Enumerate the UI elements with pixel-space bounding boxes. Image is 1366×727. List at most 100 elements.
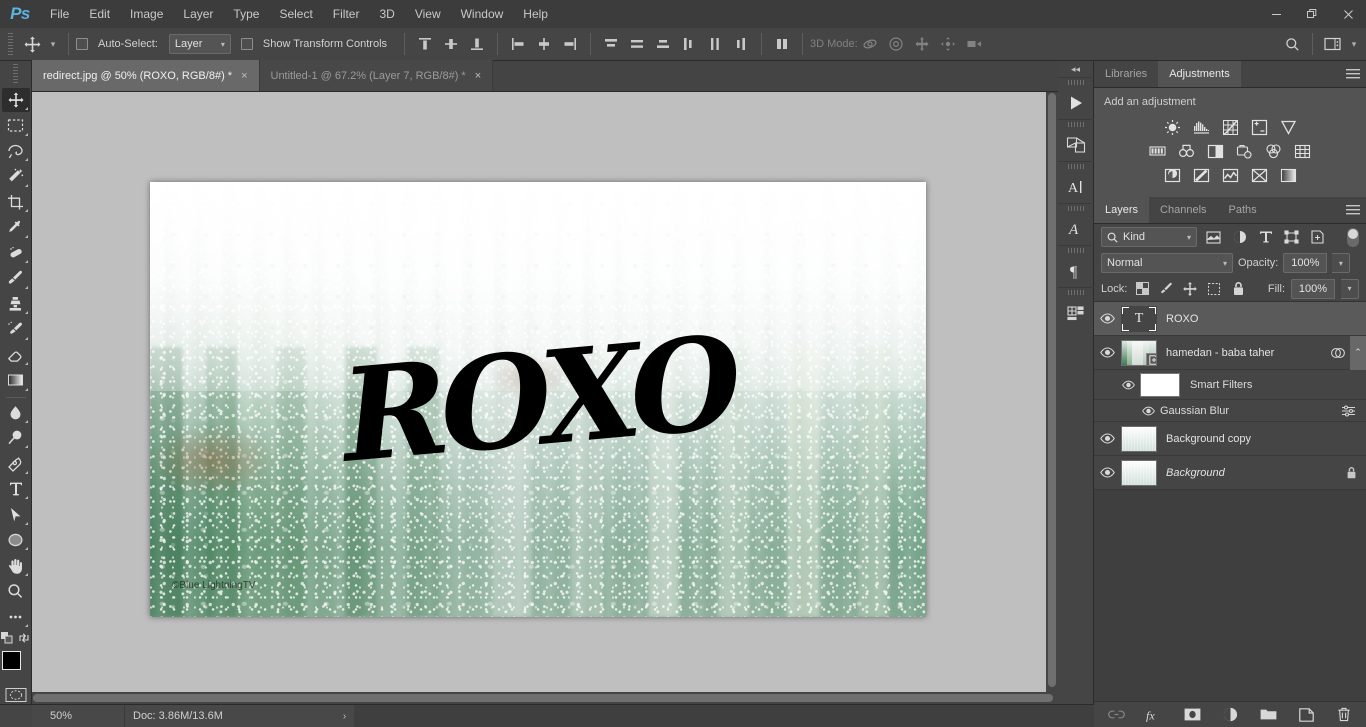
foreground-color-swatch[interactable] (1, 650, 21, 670)
auto-align-layers-icon[interactable] (769, 32, 795, 56)
panel-menu-icon[interactable] (1340, 197, 1366, 223)
gradient-map-icon[interactable] (1279, 166, 1297, 184)
color-balance-icon[interactable] (1178, 142, 1196, 160)
layer-name[interactable]: ROXO (1166, 313, 1198, 325)
3d-panel-icon[interactable] (1057, 119, 1094, 161)
restore-button[interactable] (1294, 0, 1330, 28)
lasso-tool[interactable] (2, 139, 30, 163)
layer-row-background[interactable]: Background (1094, 456, 1366, 490)
menu-3d[interactable]: 3D (369, 0, 404, 28)
align-vertical-centers-icon[interactable] (438, 32, 464, 56)
clone-stamp-tool[interactable] (2, 292, 30, 316)
status-expand-icon[interactable]: › (343, 711, 346, 722)
swap-colors-icon[interactable] (18, 632, 30, 645)
magic-wand-tool[interactable] (2, 164, 30, 188)
document-tab-redirect[interactable]: redirect.jpg @ 50% (ROXO, RGB/8#) * × (32, 60, 260, 91)
filter-type-icon[interactable] (1256, 228, 1275, 247)
invert-icon[interactable] (1163, 166, 1181, 184)
layer-thumbnail-text[interactable]: T (1121, 305, 1157, 332)
channel-mixer-icon[interactable] (1265, 142, 1283, 160)
options-bar-grip[interactable] (6, 33, 15, 55)
eyedropper-tool[interactable] (2, 215, 30, 239)
layer-name[interactable]: Background (1166, 467, 1225, 479)
move-tool[interactable] (1, 87, 30, 113)
status-doc-info-container[interactable]: Doc: 3.86M/13.6M › (124, 704, 355, 727)
panel-menu-icon[interactable] (1340, 61, 1366, 87)
show-transform-checkbox[interactable] (240, 38, 253, 50)
align-left-edges-icon[interactable] (505, 32, 531, 56)
close-icon[interactable]: × (475, 70, 481, 82)
tab-channels[interactable]: Channels (1149, 197, 1218, 223)
new-group-icon[interactable] (1258, 705, 1278, 725)
filter-smart-object-icon[interactable] (1308, 228, 1327, 247)
auto-select-checkbox[interactable] (76, 38, 88, 50)
search-icon[interactable] (1279, 32, 1305, 56)
posterize-icon[interactable] (1192, 166, 1210, 184)
levels-icon[interactable] (1192, 118, 1210, 136)
layer-filter-kind-dropdown[interactable]: Kind ▾ (1101, 227, 1197, 247)
tab-libraries[interactable]: Libraries (1094, 61, 1159, 87)
menu-help[interactable]: Help (513, 0, 558, 28)
layer-thumbnail-pixel[interactable] (1121, 425, 1157, 452)
smart-filters-indicator-icon[interactable] (1330, 346, 1346, 360)
color-lookup-icon[interactable] (1294, 142, 1312, 160)
eraser-tool[interactable] (2, 343, 30, 367)
pen-tool[interactable] (2, 451, 30, 475)
gaussian-blur-filter-row[interactable]: Gaussian Blur (1094, 400, 1366, 422)
vibrance-icon[interactable] (1279, 118, 1297, 136)
blur-tool[interactable] (2, 400, 30, 424)
align-right-edges-icon[interactable] (557, 32, 583, 56)
menu-filter[interactable]: Filter (323, 0, 370, 28)
layer-row-roxo[interactable]: T ROXO (1094, 302, 1366, 336)
curves-icon[interactable] (1221, 118, 1239, 136)
menu-layer[interactable]: Layer (173, 0, 223, 28)
minimize-button[interactable] (1258, 0, 1294, 28)
layer-name[interactable]: hamedan - baba taher (1166, 347, 1274, 359)
default-colors-icon[interactable] (1, 631, 14, 645)
zoom-tool[interactable] (2, 579, 30, 603)
brush-tool[interactable] (2, 266, 30, 290)
smart-filters-row[interactable]: Smart Filters (1094, 370, 1366, 400)
character-styles-panel-icon[interactable]: A (1057, 203, 1094, 245)
timeline-panel-icon[interactable] (1057, 77, 1094, 119)
scrollbar-thumb[interactable] (1048, 93, 1056, 687)
lock-all-icon[interactable] (1229, 280, 1247, 298)
delete-layer-icon[interactable] (1334, 705, 1354, 725)
brightness-contrast-icon[interactable] (1163, 118, 1181, 136)
collapse-panels-icon[interactable]: ◂◂ (1058, 61, 1094, 77)
distribute-right-edges-icon[interactable] (728, 32, 754, 56)
align-top-edges-icon[interactable] (412, 32, 438, 56)
history-brush-tool[interactable] (2, 317, 30, 341)
properties-panel-icon[interactable] (1057, 287, 1094, 329)
blend-mode-dropdown[interactable]: Normal ▾ (1101, 253, 1233, 273)
selective-color-icon[interactable] (1250, 166, 1268, 184)
distribute-left-edges-icon[interactable] (676, 32, 702, 56)
menu-select[interactable]: Select (269, 0, 322, 28)
canvas-area[interactable]: ROXO ©Blue LightningTV (32, 92, 1058, 704)
menu-file[interactable]: File (40, 0, 79, 28)
fill-input[interactable]: 100% (1291, 278, 1335, 299)
close-button[interactable] (1330, 0, 1366, 28)
status-zoom-level[interactable]: 50% (32, 704, 124, 727)
add-layer-mask-icon[interactable] (1182, 705, 1202, 725)
scrollbar-thumb[interactable] (33, 694, 1053, 702)
align-bottom-edges-icon[interactable] (464, 32, 490, 56)
canvas-vertical-scrollbar[interactable] (1046, 92, 1058, 692)
hue-saturation-icon[interactable] (1149, 142, 1167, 160)
lock-image-pixels-icon[interactable] (1157, 280, 1175, 298)
toolbar-grip[interactable] (11, 64, 20, 85)
gradient-tool[interactable] (2, 368, 30, 392)
fill-caret[interactable]: ▾ (1341, 278, 1359, 299)
paragraph-panel-icon[interactable]: ¶ (1057, 245, 1094, 287)
menu-view[interactable]: View (405, 0, 451, 28)
black-white-icon[interactable] (1207, 142, 1225, 160)
filter-adjustment-icon[interactable] (1230, 228, 1249, 247)
path-selection-tool[interactable] (2, 502, 30, 526)
layer-style-fx-icon[interactable]: fx (1144, 705, 1164, 725)
ellipse-tool[interactable] (2, 528, 30, 552)
close-icon[interactable]: × (241, 70, 247, 82)
threshold-icon[interactable] (1221, 166, 1239, 184)
lock-artboard-icon[interactable] (1205, 280, 1223, 298)
menu-image[interactable]: Image (120, 0, 173, 28)
collapse-smart-filters-icon[interactable]: ⌃ (1350, 335, 1366, 370)
